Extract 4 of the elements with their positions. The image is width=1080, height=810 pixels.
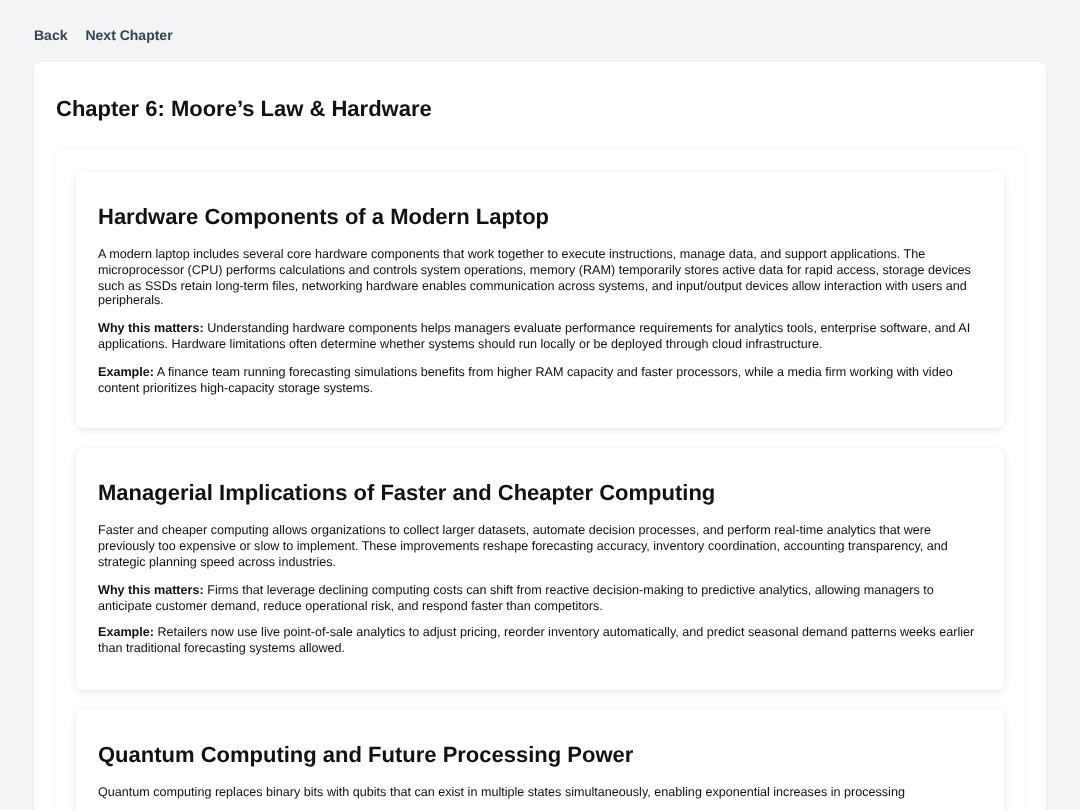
section-title: Quantum Computing and Future Processing Power — [98, 743, 636, 770]
section-title: Managerial Implications of Faster and Cheapter Computing — [98, 482, 718, 509]
section-title: Hardware Components of a Modern Laptop — [98, 206, 552, 232]
chapter-title: Chapter 6: Moore’s Law & Hardware — [56, 98, 434, 124]
